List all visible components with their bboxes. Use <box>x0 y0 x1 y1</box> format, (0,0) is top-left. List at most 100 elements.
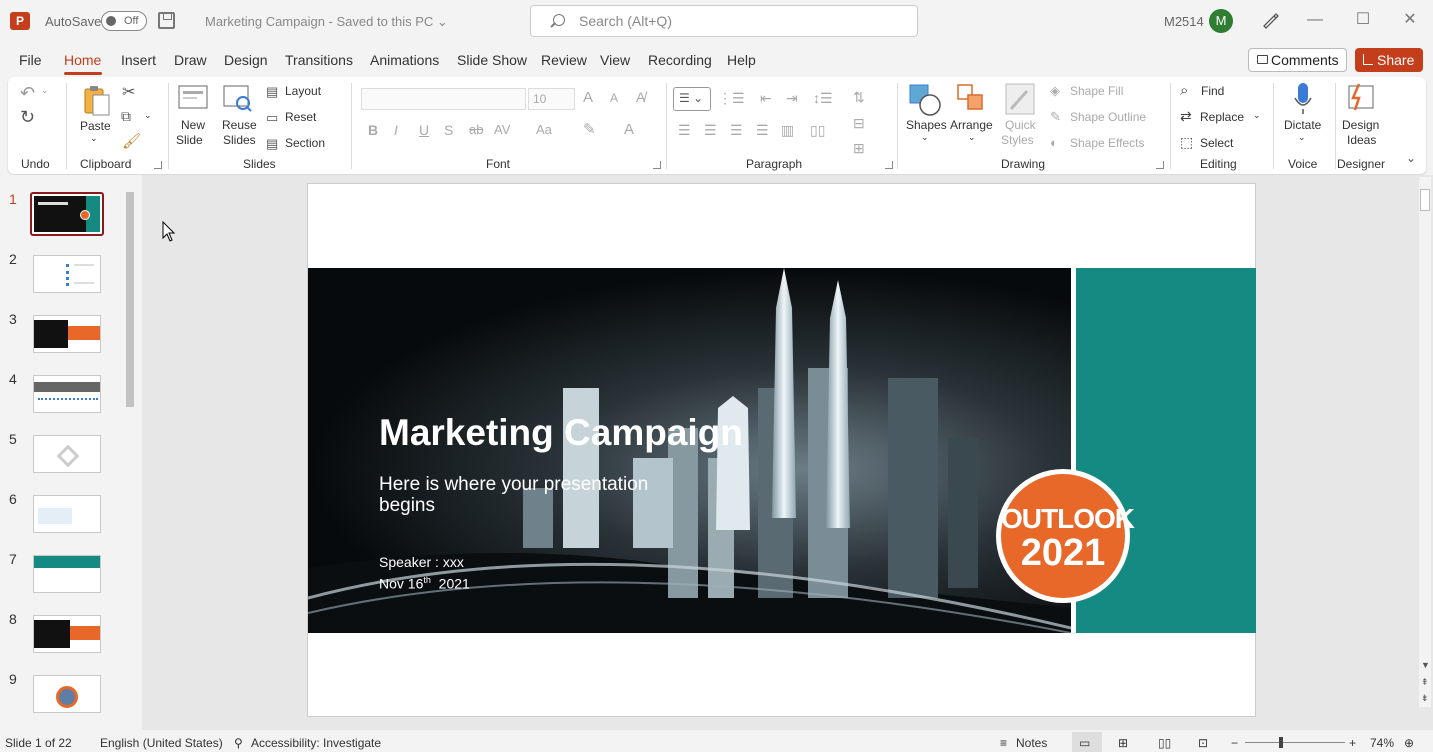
tab-transitions[interactable]: Transitions <box>285 52 353 68</box>
autosave-toggle[interactable]: Off <box>101 11 147 31</box>
avatar[interactable]: M <box>1209 9 1233 33</box>
slide-thumbnail-8[interactable] <box>33 615 101 653</box>
shrink-font-icon[interactable]: A <box>610 91 618 105</box>
replace-button[interactable]: Replace <box>1200 110 1244 124</box>
speaker-text[interactable]: Speaker : xxx <box>379 554 464 570</box>
design-ideas-icon[interactable] <box>1345 82 1375 115</box>
reuse-slides-label-1[interactable]: Reuse <box>222 118 257 132</box>
shadow-icon[interactable]: S <box>444 122 453 138</box>
zoom-slider[interactable] <box>1245 742 1345 743</box>
grow-font-icon[interactable]: A <box>583 89 593 106</box>
new-slide-icon[interactable] <box>178 85 208 114</box>
slide-thumbnail-4[interactable] <box>33 375 101 413</box>
arrange-icon[interactable] <box>956 83 986 116</box>
dictate-label[interactable]: Dictate <box>1284 118 1321 132</box>
maximize-icon[interactable]: ☐ <box>1353 10 1373 30</box>
align-right-icon[interactable]: ☰ <box>730 122 743 139</box>
notes-icon[interactable]: ≡ <box>1000 736 1007 750</box>
pen-icon[interactable] <box>1260 10 1280 30</box>
font-size-select[interactable]: 10 <box>528 88 575 110</box>
design-ideas-label-2[interactable]: Ideas <box>1347 133 1376 147</box>
shape-effects-button[interactable]: Shape Effects <box>1070 136 1145 150</box>
scroll-down-icon[interactable]: ▼ <box>1421 660 1430 670</box>
tab-draw[interactable]: Draw <box>174 52 207 68</box>
reuse-slides-icon[interactable] <box>223 85 253 116</box>
section-icon[interactable]: ▤ <box>266 136 278 152</box>
search-input[interactable]: Search (Alt+Q) <box>530 5 918 37</box>
zoom-slider-thumb[interactable] <box>1279 737 1283 748</box>
design-ideas-label-1[interactable]: Design <box>1342 118 1379 132</box>
numbering-icon[interactable]: ⋮☰ <box>718 90 745 107</box>
format-painter-icon[interactable]: 🖌 <box>122 132 141 150</box>
close-icon[interactable]: ✕ <box>1400 10 1420 30</box>
slide-title[interactable]: Marketing Campaign <box>379 412 743 454</box>
slide-thumbnail-6[interactable] <box>33 495 101 533</box>
tab-file[interactable]: File <box>19 52 42 68</box>
accessibility-status[interactable]: Accessibility: Investigate <box>251 736 381 750</box>
slide-sorter-icon[interactable]: ⊞ <box>1118 736 1128 750</box>
tab-insert[interactable]: Insert <box>121 52 156 68</box>
copy-dropdown-icon[interactable]: ⌄ <box>144 110 152 121</box>
tab-help[interactable]: Help <box>727 52 756 68</box>
replace-icon[interactable]: ⇄ <box>1180 108 1192 125</box>
columns-icon[interactable]: ▯▯ <box>810 122 825 139</box>
slide-thumbnail-7[interactable] <box>33 555 101 593</box>
font-family-select[interactable] <box>361 88 526 110</box>
shape-outline-icon[interactable]: ✎ <box>1050 109 1061 125</box>
shapes-icon[interactable] <box>908 83 942 120</box>
new-slide-label-1[interactable]: New <box>181 118 205 132</box>
tab-design[interactable]: Design <box>224 52 268 68</box>
layout-icon[interactable]: ▤ <box>266 84 278 100</box>
arrange-label[interactable]: Arrange <box>950 118 993 132</box>
section-button[interactable]: Section <box>285 136 325 150</box>
comments-button[interactable]: Comments <box>1248 48 1347 72</box>
paste-label[interactable]: Paste <box>80 119 111 133</box>
highlight-icon[interactable]: ✎ <box>583 120 596 138</box>
reset-button[interactable]: Reset <box>285 110 316 124</box>
notes-button[interactable]: Notes <box>1016 736 1047 750</box>
tab-home[interactable]: Home <box>64 52 101 68</box>
language-status[interactable]: English (United States) <box>100 736 223 750</box>
italic-icon[interactable]: I <box>394 122 398 138</box>
zoom-level[interactable]: 74% <box>1370 736 1394 750</box>
quick-styles-label-1[interactable]: Quick <box>1005 118 1036 132</box>
distributed-icon[interactable]: ▥ <box>781 122 794 139</box>
next-slide-icon[interactable]: ⇟ <box>1421 693 1429 704</box>
font-color-icon[interactable]: A <box>624 121 634 138</box>
undo-dropdown-icon[interactable]: ⌄ <box>41 85 49 96</box>
quick-styles-icon[interactable] <box>1005 83 1035 120</box>
clear-formatting-icon[interactable]: A̸ <box>636 89 645 105</box>
dictate-dropdown-icon[interactable]: ⌄ <box>1298 132 1306 143</box>
copy-icon[interactable]: ⧉ <box>121 108 131 125</box>
outlook-badge[interactable]: OUTLOOK 2021 <box>996 469 1135 603</box>
tab-animations[interactable]: Animations <box>370 52 439 68</box>
slide-thumbnail-1[interactable] <box>30 192 104 236</box>
quick-styles-label-2[interactable]: Styles <box>1001 133 1034 147</box>
minimize-icon[interactable]: — <box>1305 10 1325 30</box>
align-left-icon[interactable]: ☰ <box>678 122 691 139</box>
tab-view[interactable]: View <box>600 52 630 68</box>
reading-view-icon[interactable]: ▯▯ <box>1158 736 1171 750</box>
fit-to-window-icon[interactable]: ⊕ <box>1404 736 1414 750</box>
shape-fill-button[interactable]: Shape Fill <box>1070 84 1123 98</box>
cut-icon[interactable]: ✂ <box>122 82 135 102</box>
slide-scrollbar[interactable] <box>1419 177 1431 707</box>
reset-icon[interactable]: ▭ <box>266 110 278 126</box>
new-slide-label-2[interactable]: Slide <box>176 133 203 147</box>
slide-scroll-thumb[interactable] <box>1420 189 1430 211</box>
microphone-icon[interactable] <box>1293 82 1313 119</box>
shape-outline-button[interactable]: Shape Outline <box>1070 110 1146 124</box>
thumbnail-scrollbar[interactable] <box>124 177 136 730</box>
align-center-icon[interactable]: ☰ <box>704 122 717 139</box>
paste-dropdown-icon[interactable]: ⌄ <box>90 133 98 144</box>
document-title[interactable]: Marketing Campaign - Saved to this PC ⌄ <box>205 14 448 30</box>
arrange-dropdown-icon[interactable]: ⌄ <box>968 132 976 143</box>
strikethrough-icon[interactable]: ab <box>469 122 483 137</box>
clipboard-launcher-icon[interactable] <box>154 161 162 169</box>
share-button[interactable]: Share <box>1355 48 1423 72</box>
shapes-dropdown-icon[interactable]: ⌄ <box>921 132 929 143</box>
align-text-icon[interactable]: ⊟ <box>853 115 865 132</box>
paragraph-launcher-icon[interactable] <box>885 161 893 169</box>
paste-icon[interactable] <box>83 85 111 120</box>
smartart-icon[interactable]: ⊞ <box>853 140 865 157</box>
